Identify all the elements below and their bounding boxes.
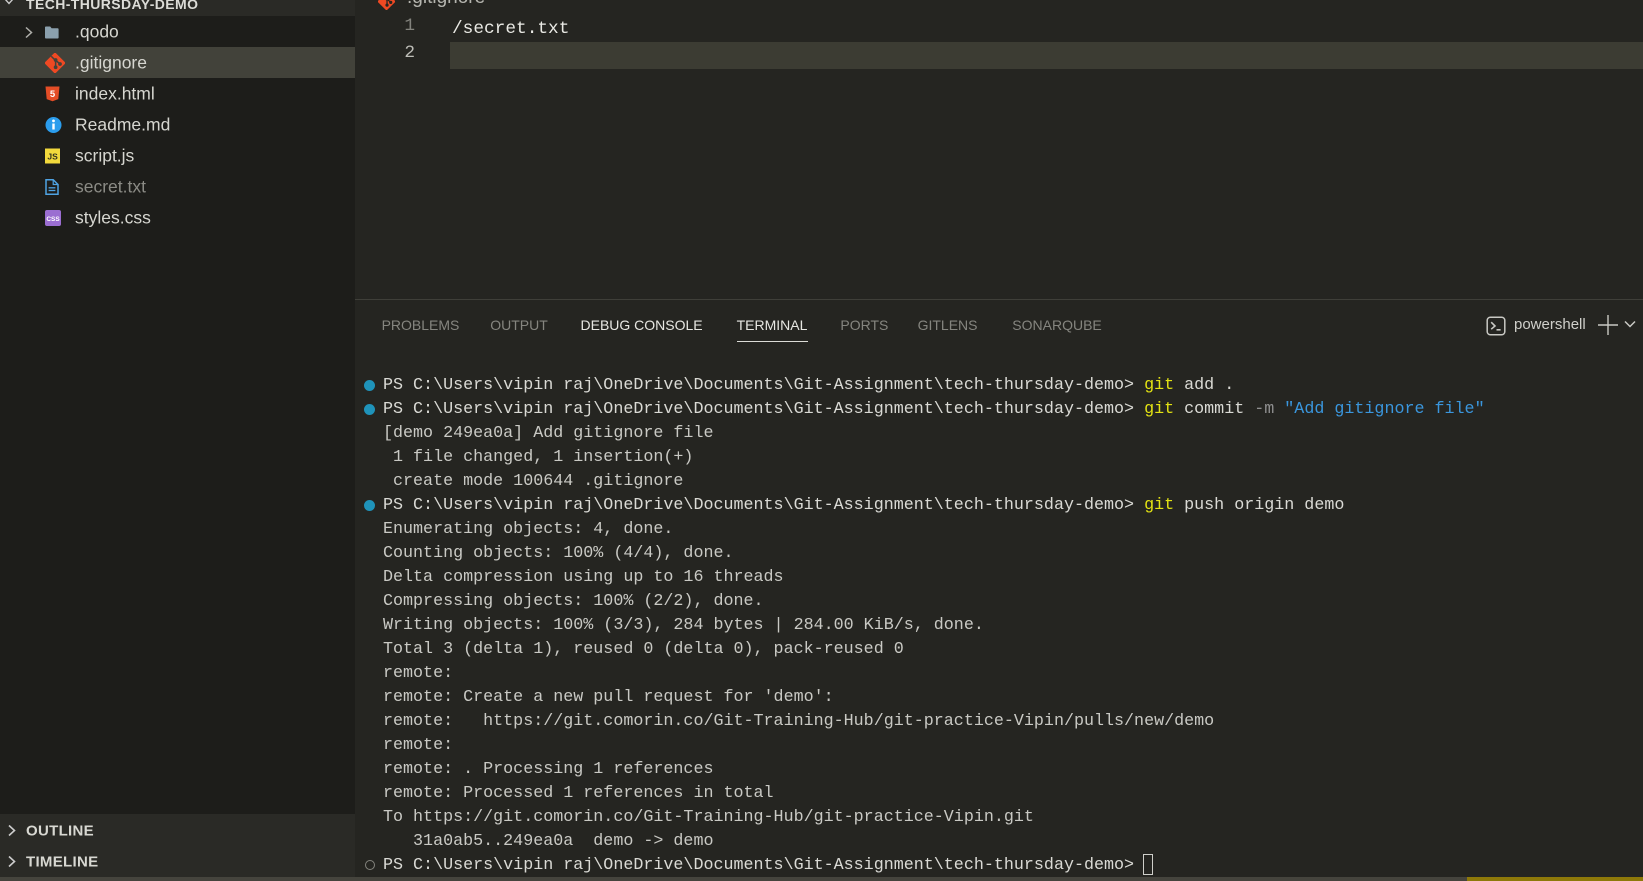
- svg-text:5: 5: [50, 89, 56, 100]
- svg-text:JS: JS: [47, 151, 58, 161]
- svg-text:CSS: CSS: [46, 216, 60, 223]
